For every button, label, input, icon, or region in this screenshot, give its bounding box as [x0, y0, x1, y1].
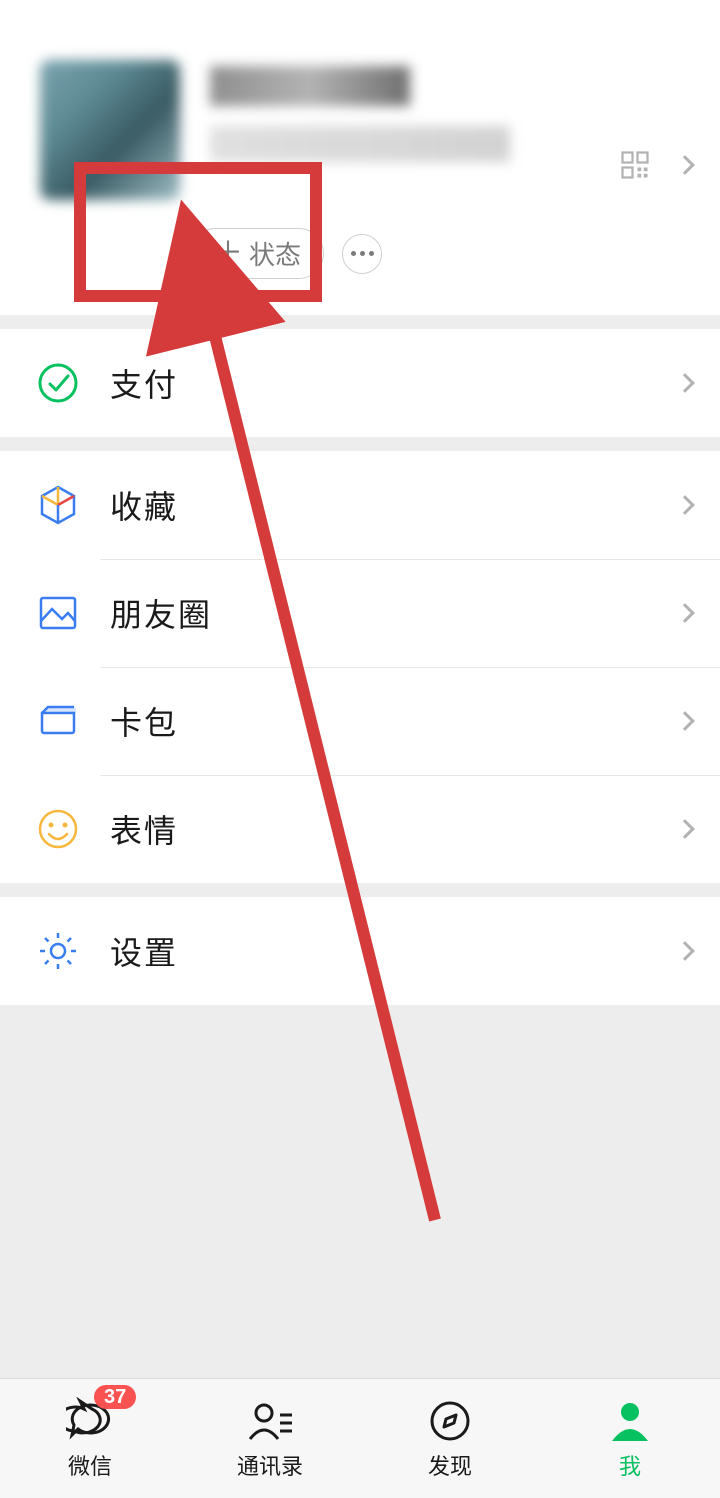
tab-discover[interactable]: 发现: [360, 1379, 540, 1498]
row-label: 表情: [110, 806, 178, 852]
status-more-button[interactable]: [342, 234, 382, 274]
me-screen: ＋ 状态 支付: [0, 0, 720, 1498]
profile-name-area: [210, 60, 690, 162]
pay-icon: [36, 361, 80, 405]
group-main: 收藏 朋友圈 卡包: [0, 451, 720, 883]
tab-contacts[interactable]: 通讯录: [180, 1379, 360, 1498]
row-label: 收藏: [110, 482, 178, 528]
profile-header[interactable]: ＋ 状态: [0, 0, 720, 315]
row-label: 设置: [110, 928, 178, 974]
me-icon: [606, 1397, 654, 1445]
row-favorites[interactable]: 收藏: [0, 451, 720, 559]
row-cards[interactable]: 卡包: [0, 667, 720, 775]
settings-icon: [36, 929, 80, 973]
profile-top-row: [40, 60, 690, 200]
add-status-button[interactable]: ＋ 状态: [190, 228, 324, 279]
status-row: ＋ 状态: [190, 228, 690, 279]
tab-label: 我: [619, 1449, 641, 1481]
chevron-right-icon: [675, 711, 695, 731]
section-gap: [0, 883, 720, 897]
row-label: 支付: [110, 360, 178, 406]
qr-code-icon[interactable]: [620, 150, 650, 180]
row-moments[interactable]: 朋友圈: [0, 559, 720, 667]
group-pay: 支付: [0, 329, 720, 437]
row-label: 卡包: [110, 698, 178, 744]
profile-right-actions: [620, 150, 692, 180]
tab-label: 发现: [428, 1449, 472, 1481]
tab-me[interactable]: 我: [540, 1379, 720, 1498]
tab-chats[interactable]: 37 微信: [0, 1379, 180, 1498]
row-settings[interactable]: 设置: [0, 897, 720, 1005]
section-gap: [0, 315, 720, 329]
plus-icon: ＋: [213, 239, 243, 269]
discover-icon: [426, 1397, 474, 1445]
row-pay[interactable]: 支付: [0, 329, 720, 437]
cards-icon: [36, 699, 80, 743]
chevron-right-icon: [675, 495, 695, 515]
chevron-right-icon: [675, 941, 695, 961]
tab-label: 通讯录: [237, 1449, 303, 1481]
unread-badge: 37: [94, 1385, 136, 1409]
profile-id-redacted: [210, 126, 510, 162]
group-settings: 设置: [0, 897, 720, 1005]
chevron-right-icon: [675, 603, 695, 623]
contacts-icon: [246, 1397, 294, 1445]
tab-bar: 37 微信 通讯录 发现: [0, 1378, 720, 1498]
row-label: 朋友圈: [110, 590, 212, 636]
row-stickers[interactable]: 表情: [0, 775, 720, 883]
tab-label: 微信: [68, 1449, 112, 1481]
chevron-right-icon[interactable]: [675, 155, 695, 175]
favorites-icon: [36, 483, 80, 527]
section-gap: [0, 437, 720, 451]
moments-icon: [36, 591, 80, 635]
status-label: 状态: [249, 235, 301, 272]
avatar[interactable]: [40, 60, 180, 200]
stickers-icon: [36, 807, 80, 851]
chevron-right-icon: [675, 373, 695, 393]
chevron-right-icon: [675, 819, 695, 839]
profile-name-redacted: [210, 66, 410, 106]
